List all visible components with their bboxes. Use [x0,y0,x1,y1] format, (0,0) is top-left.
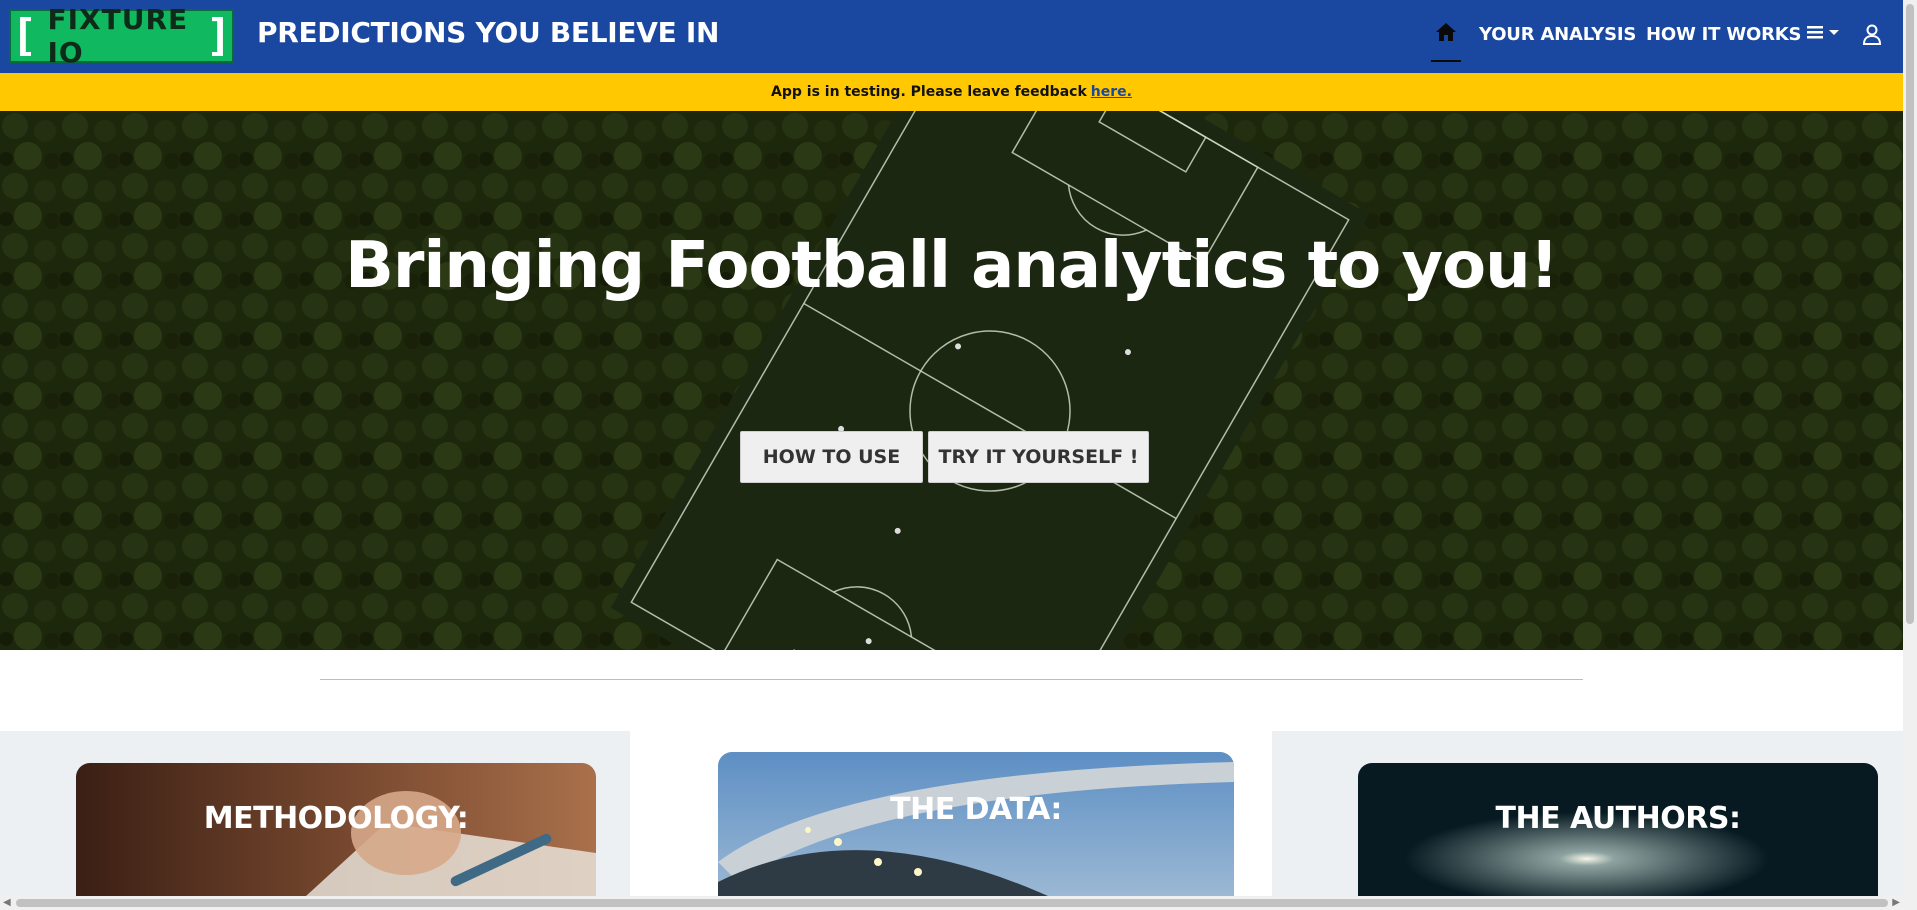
horizontal-scroll-thumb[interactable] [16,899,1888,907]
hamburger-menu-icon [1807,26,1823,39]
testing-banner: App is in testing. Please leave feedback… [0,73,1903,111]
vertical-scrollbar[interactable] [1903,0,1917,910]
feedback-link[interactable]: here. [1091,84,1132,100]
aerial-pitch-background [0,111,1903,650]
nav-home-link[interactable] [1431,22,1461,62]
hero-section: Bringing Football analytics to you! HOW … [0,111,1903,650]
site-tagline: PREDICTIONS YOU BELIEVE IN [257,16,720,49]
logo-text: FIXTURE IO [47,3,189,69]
nav-user-account[interactable] [1862,24,1882,50]
top-navbar: [ FIXTURE IO ] PREDICTIONS YOU BELIEVE I… [0,0,1903,73]
banner-text: App is in testing. Please leave feedback [771,84,1087,100]
section-divider [320,679,1583,680]
data-card[interactable]: THE DATA: [718,752,1234,896]
caret-down-icon [1829,30,1839,35]
fixture-io-logo[interactable]: [ FIXTURE IO ] [9,3,234,69]
nav-your-analysis[interactable]: YOUR ANALYSIS [1479,24,1636,45]
authors-card[interactable]: THE AUTHORS: [1358,763,1878,896]
horizontal-scrollbar[interactable]: ◀ ▶ [0,896,1903,910]
methodology-title: METHODOLOGY: [203,801,469,836]
user-icon [1862,24,1882,45]
scroll-right-icon[interactable]: ▶ [1892,897,1900,908]
try-it-yourself-button[interactable]: TRY IT YOURSELF ! [928,431,1149,483]
nav-menu-dropdown[interactable] [1807,24,1840,40]
data-title: THE DATA: [890,792,1062,827]
how-to-use-button[interactable]: HOW TO USE [740,431,923,483]
vertical-scroll-thumb[interactable] [1906,4,1914,624]
scroll-left-icon[interactable]: ◀ [3,897,11,908]
authors-title: THE AUTHORS: [1495,801,1741,836]
hero-title: Bringing Football analytics to you! [345,229,1559,303]
methodology-card[interactable]: METHODOLOGY: [76,763,596,896]
home-icon [1436,23,1456,41]
nav-how-it-works[interactable]: HOW IT WORKS [1646,24,1801,45]
